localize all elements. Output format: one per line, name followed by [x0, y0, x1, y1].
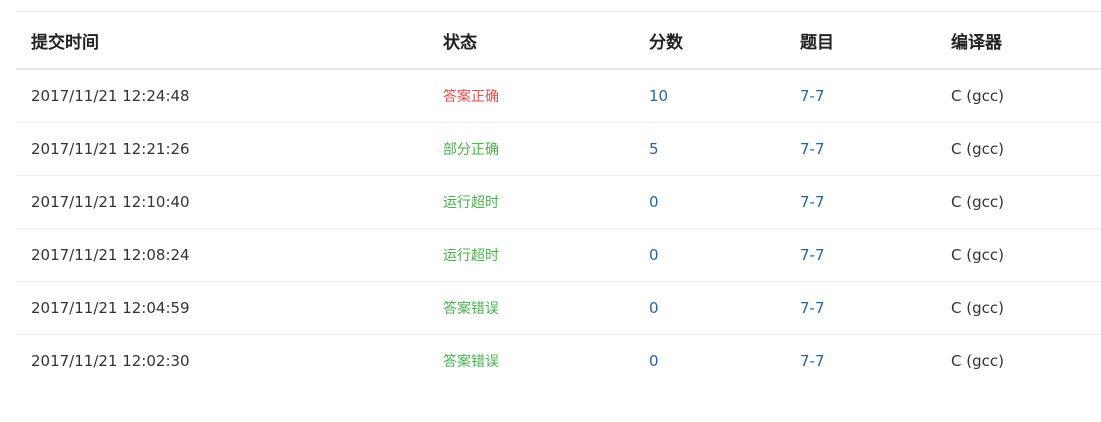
- compiler: C (gcc): [951, 246, 1004, 264]
- score-link[interactable]: 0: [634, 229, 785, 282]
- status-link[interactable]: 答案错误: [428, 335, 634, 388]
- table-row: 2017/11/21 12:02:30 答案错误 0 7-7 C (gcc): [16, 335, 1101, 388]
- problem-link[interactable]: 7-7: [785, 176, 936, 229]
- compiler: C (gcc): [951, 299, 1004, 317]
- problem-link[interactable]: 7-7: [785, 282, 936, 335]
- score-link[interactable]: 0: [634, 335, 785, 388]
- score-link[interactable]: 0: [634, 282, 785, 335]
- score-link[interactable]: 10: [634, 69, 785, 123]
- compiler: C (gcc): [951, 140, 1004, 158]
- problem-link[interactable]: 7-7: [785, 69, 936, 123]
- compiler: C (gcc): [951, 193, 1004, 211]
- submit-time: 2017/11/21 12:10:40: [31, 193, 190, 211]
- table-row: 2017/11/21 12:08:24 运行超时 0 7-7 C (gcc): [16, 229, 1101, 282]
- table-row: 2017/11/21 12:10:40 运行超时 0 7-7 C (gcc): [16, 176, 1101, 229]
- table-body: 2017/11/21 12:24:48 答案正确 10 7-7 C (gcc) …: [16, 69, 1101, 387]
- table-row: 2017/11/21 12:24:48 答案正确 10 7-7 C (gcc): [16, 69, 1101, 123]
- compiler: C (gcc): [951, 352, 1004, 370]
- submit-time: 2017/11/21 12:21:26: [31, 140, 190, 158]
- submission-table: 提交时间 状态 分数 题目 编译器 2017/11/21 12:24:48 答案…: [16, 11, 1101, 387]
- table-row: 2017/11/21 12:04:59 答案错误 0 7-7 C (gcc): [16, 282, 1101, 335]
- header-problem: 题目: [800, 32, 834, 53]
- problem-link[interactable]: 7-7: [785, 123, 936, 176]
- table-header: 提交时间 状态 分数 题目 编译器: [16, 11, 1101, 69]
- status-link[interactable]: 运行超时: [428, 176, 634, 229]
- submit-time: 2017/11/21 12:04:59: [31, 299, 190, 317]
- problem-link[interactable]: 7-7: [785, 229, 936, 282]
- submit-time: 2017/11/21 12:02:30: [31, 352, 190, 370]
- submit-time: 2017/11/21 12:08:24: [31, 246, 190, 264]
- header-submit-time: 提交时间: [31, 32, 99, 53]
- table-row: 2017/11/21 12:21:26 部分正确 5 7-7 C (gcc): [16, 123, 1101, 176]
- header-row: 提交时间 状态 分数 题目 编译器: [16, 11, 1101, 69]
- submission-table-container: 提交时间 状态 分数 题目 编译器 2017/11/21 12:24:48 答案…: [16, 11, 1101, 387]
- score-link[interactable]: 5: [634, 123, 785, 176]
- header-status: 状态: [443, 32, 477, 53]
- header-compiler: 编译器: [951, 32, 1002, 53]
- submit-time: 2017/11/21 12:24:48: [31, 87, 190, 105]
- status-link[interactable]: 答案错误: [428, 282, 634, 335]
- score-link[interactable]: 0: [634, 176, 785, 229]
- status-link[interactable]: 答案正确: [428, 69, 634, 123]
- problem-link[interactable]: 7-7: [785, 335, 936, 388]
- header-score: 分数: [649, 32, 683, 53]
- status-link[interactable]: 部分正确: [428, 123, 634, 176]
- compiler: C (gcc): [951, 87, 1004, 105]
- status-link[interactable]: 运行超时: [428, 229, 634, 282]
